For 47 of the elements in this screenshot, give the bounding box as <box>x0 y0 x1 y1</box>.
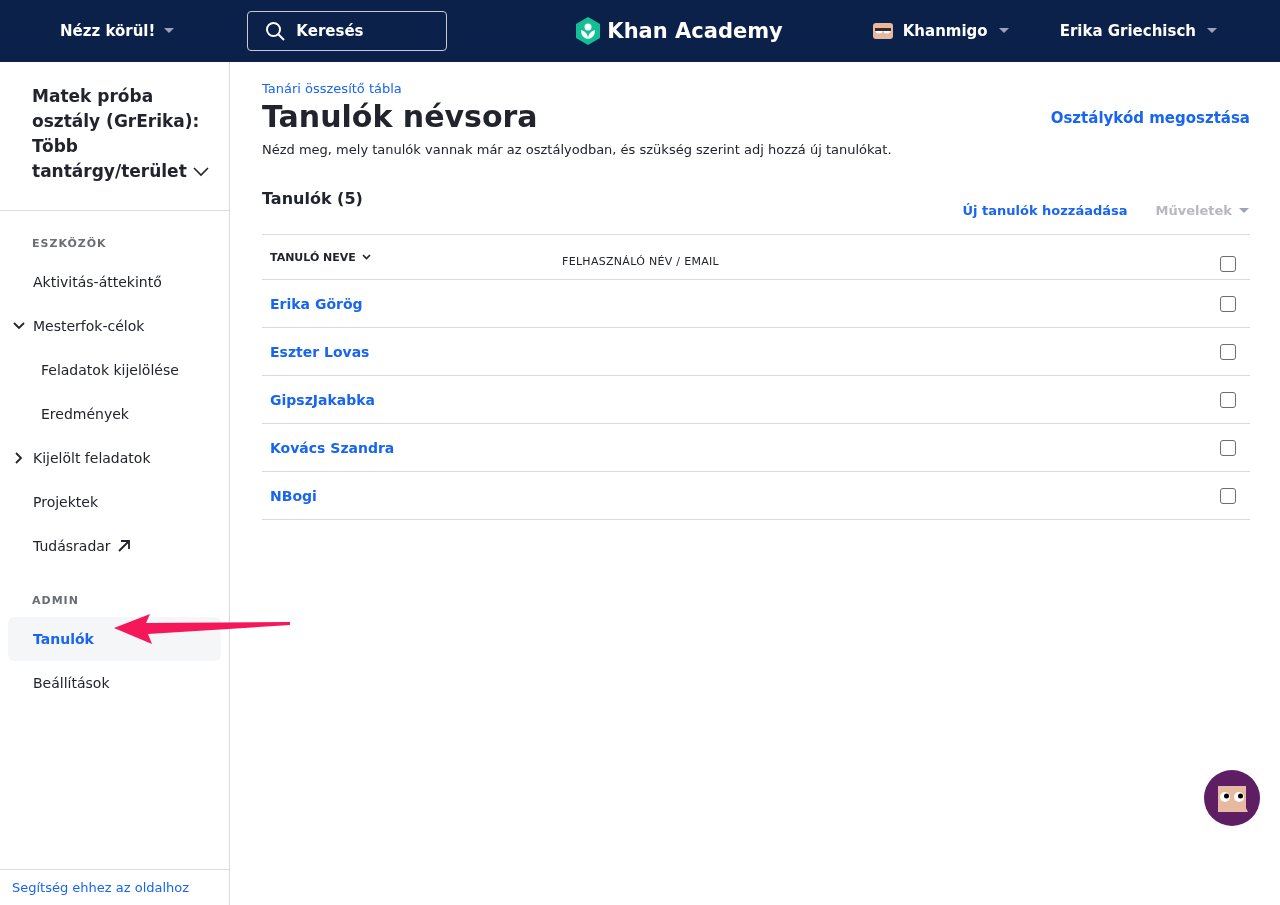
page-title: Tanulók névsora <box>262 99 538 134</box>
robot-face-icon <box>872 23 893 39</box>
caret-icon <box>997 27 1010 35</box>
student-name-link[interactable]: Erika Görög <box>270 295 363 312</box>
student-count: Tanulók (5) <box>262 189 363 208</box>
add-students-link[interactable]: Új tanulók hozzáadása <box>962 203 1128 218</box>
page-description: Nézd meg, mely tanulók vannak már az osztályodban, és szükség szerint adj hozzá új tanulókat. <box>262 142 893 157</box>
sidebar-item[interactable]: Beállítások <box>8 661 221 705</box>
breadcrumb-link[interactable]: Tanári összesítő tábla <box>262 81 402 96</box>
section-heading: ESZKÖZÖK <box>31 237 108 250</box>
sidebar-item[interactable]: Projektek <box>8 480 221 524</box>
sidebar-item[interactable]: Eredmények <box>8 392 221 436</box>
caret-icon <box>1206 27 1218 35</box>
share-code-link[interactable]: Osztálykód megosztása <box>1050 109 1250 127</box>
search-field[interactable]: Keresés <box>247 11 448 51</box>
explore-menu[interactable]: Nézz körül! <box>60 22 176 40</box>
class-selector[interactable]: Matek próba osztály (GrErika): Több tantárgy/terület <box>32 84 221 184</box>
chevron-icon <box>192 167 209 177</box>
caret-icon <box>1238 206 1250 215</box>
column-header[interactable]: TANULÓ NEVE <box>262 249 562 265</box>
sidebar-item[interactable]: Feladatok kijelölése <box>8 348 221 392</box>
column-header: FELHASZNÁLÓ NÉV / EMAIL <box>562 253 720 268</box>
external-arrow-icon <box>116 539 131 553</box>
sidebar-item[interactable]: Tudásradar <box>8 524 221 568</box>
search-icon <box>265 21 286 41</box>
caret-icon <box>163 27 176 35</box>
student-name-link[interactable]: NBogi <box>270 487 317 504</box>
sidebar-item[interactable]: Kijelölt feladatok <box>8 436 221 480</box>
student-name-link[interactable]: Kovács Szandra <box>270 439 395 456</box>
student-name-link[interactable]: Eszter Lovas <box>270 343 370 360</box>
row-checkbox[interactable] <box>1220 391 1236 408</box>
logo-icon <box>575 17 602 45</box>
logo-text[interactable]: Khan Academy <box>607 19 783 43</box>
help-link[interactable]: Segítség ehhez az oldalhoz <box>12 880 190 895</box>
khanmigo-menu[interactable]: Khanmigo <box>872 22 1010 40</box>
row-checkbox[interactable] <box>1220 439 1236 456</box>
sort-chevron-icon <box>361 254 371 260</box>
row-checkbox[interactable] <box>1220 295 1236 312</box>
user-menu[interactable]: Erika Griechisch <box>1059 22 1218 40</box>
row-checkbox[interactable] <box>1220 487 1236 504</box>
row-checkbox[interactable] <box>1220 343 1236 360</box>
sidebar-item[interactable]: Aktivitás-áttekintő <box>8 260 221 304</box>
section-heading: ADMIN <box>31 594 80 607</box>
student-name-link[interactable]: GipszJakabka <box>270 391 375 408</box>
sidebar-item[interactable]: Mesterfok-célok <box>8 304 221 348</box>
khanmigo-chat-button[interactable] <box>1204 770 1260 826</box>
select-all-checkbox[interactable] <box>1220 256 1236 272</box>
